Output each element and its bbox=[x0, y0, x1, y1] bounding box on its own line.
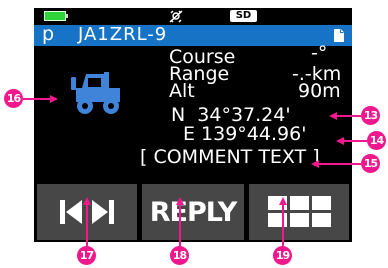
soft-key-row: REPLY bbox=[34, 182, 352, 242]
battery-icon bbox=[44, 11, 66, 21]
callout-18-leader bbox=[179, 205, 181, 246]
callout-13-arrow bbox=[329, 112, 337, 120]
callout-19-arrow bbox=[279, 197, 287, 205]
callout-17-arrow bbox=[83, 197, 91, 205]
latitude-value: N 34°37.24' bbox=[171, 104, 291, 126]
gps-off-icon bbox=[169, 10, 183, 23]
callout-14-leader bbox=[343, 140, 367, 142]
device-screen: SD p JA1ZRL-9 Course -° Range -.-km Alt … bbox=[34, 8, 352, 242]
document-icon bbox=[334, 29, 344, 42]
sd-card-badge: SD bbox=[230, 10, 257, 22]
callout-15: 15 bbox=[361, 154, 380, 173]
callout-18-arrow bbox=[176, 197, 184, 205]
course-value: -° bbox=[311, 42, 328, 64]
callout-16-arrow bbox=[50, 95, 58, 103]
title-bar: p JA1ZRL-9 bbox=[34, 23, 352, 46]
callout-18: 18 bbox=[170, 246, 189, 265]
jeep-icon bbox=[71, 72, 120, 114]
reply-button[interactable]: REPLY bbox=[142, 184, 244, 240]
callout-13: 13 bbox=[361, 106, 380, 125]
callout-13-leader bbox=[336, 115, 361, 117]
aprs-symbol-char: p bbox=[42, 23, 55, 45]
station-callsign: JA1ZRL-9 bbox=[78, 24, 168, 45]
callout-19: 19 bbox=[273, 246, 292, 265]
status-bar: SD bbox=[34, 8, 352, 24]
callout-16: 16 bbox=[4, 89, 23, 108]
callout-19-leader bbox=[282, 205, 284, 246]
callout-17: 17 bbox=[77, 246, 96, 265]
callout-17-leader bbox=[86, 205, 88, 246]
longitude-value: E 139°44.96' bbox=[183, 123, 307, 145]
altitude-value: 90m bbox=[298, 80, 341, 102]
menu-button[interactable] bbox=[249, 184, 349, 240]
grid-menu-icon bbox=[268, 196, 331, 227]
comment-text: [ COMMENT TEXT ] bbox=[140, 146, 320, 168]
altitude-label: Alt bbox=[169, 80, 195, 102]
callout-14: 14 bbox=[367, 131, 386, 150]
callout-14-arrow bbox=[336, 137, 344, 145]
callout-15-arrow bbox=[311, 160, 319, 168]
callout-16-leader bbox=[23, 98, 51, 100]
callout-15-leader bbox=[318, 163, 361, 165]
battery-tip bbox=[66, 14, 68, 18]
